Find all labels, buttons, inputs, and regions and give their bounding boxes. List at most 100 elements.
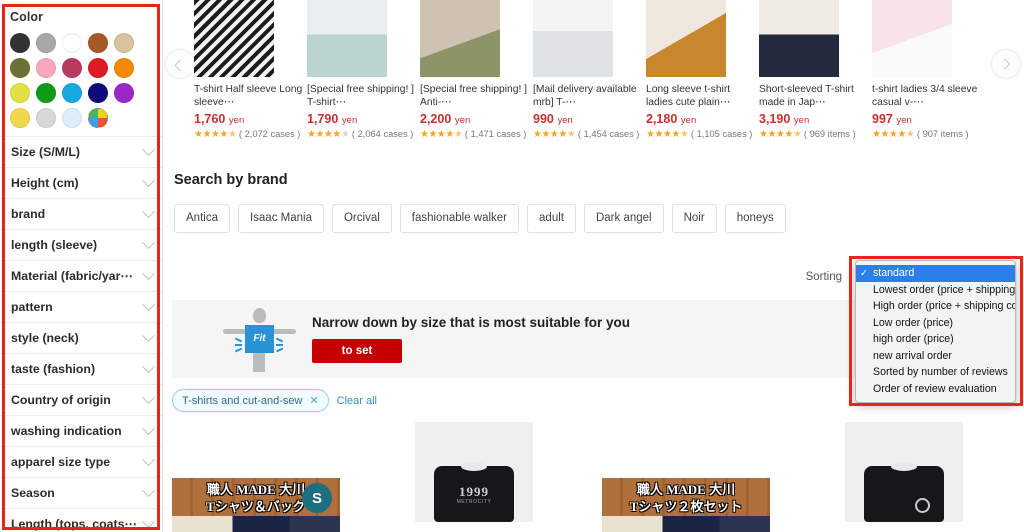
color-swatch-khaki[interactable] xyxy=(10,58,30,78)
color-swatch-red[interactable] xyxy=(88,58,108,78)
sorting-dropdown[interactable]: ✓standard✓Lowest order (price + shipping… xyxy=(849,256,1023,406)
page-root: Color Size (S/M/L) Height (cm) brand length… xyxy=(0,0,1024,532)
fit-set-button[interactable]: to set xyxy=(312,339,402,363)
tee-sublogo-text: METROCITY xyxy=(456,499,492,505)
brand-chip[interactable]: fashionable walker xyxy=(399,204,520,233)
sort-option-item[interactable]: ✓new arrival order xyxy=(856,348,1015,365)
chevron-left-icon xyxy=(174,59,186,72)
sort-option-item[interactable]: ✓High order (price + shipping cost) xyxy=(856,298,1015,315)
fit-banner-body: Narrow down by size that is most suitabl… xyxy=(312,315,630,363)
facet-row[interactable]: brand xyxy=(0,199,162,230)
product-thumbnail xyxy=(646,0,726,77)
active-filter-tag[interactable]: T-shirts and cut-and-sew ✕ xyxy=(172,389,329,412)
sort-option-item[interactable]: ✓Low order (price) xyxy=(856,315,1015,332)
chevron-right-icon xyxy=(998,58,1011,70)
product-title: [Special free shipping! ] T-shirt⋯ xyxy=(307,84,415,108)
facet-row[interactable]: apparel size type xyxy=(0,447,162,478)
facet-row[interactable]: Length (tops, coats⋯ xyxy=(0,509,162,532)
carousel-product-card[interactable]: T-shirt Half sleeve Long sleeve⋯ 1,760 ye… xyxy=(194,0,305,141)
product-image: 職人 MADE 大川 Tシャツ＆バッグ S xyxy=(172,478,347,532)
facet-row[interactable]: Height (cm) xyxy=(0,168,162,199)
check-icon: ✓ xyxy=(860,267,868,279)
color-swatch-orange[interactable] xyxy=(114,58,134,78)
brand-chip-list: Antica Isaac Mania Orcival fashionable walk… xyxy=(174,204,1024,233)
color-swatch-rose[interactable] xyxy=(62,58,82,78)
carousel-product-card[interactable]: [Special free shipping! ] Anti-⋯ 2,200 ye… xyxy=(420,0,531,141)
facet-row[interactable]: Material (fabric/yar⋯ xyxy=(0,261,162,292)
facet-label: brand xyxy=(11,207,46,221)
sort-option-item[interactable]: ✓Sorted by number of reviews xyxy=(856,364,1015,381)
facet-label: Length (tops, coats⋯ xyxy=(11,517,137,531)
sort-option-item[interactable]: ✓ standard xyxy=(856,265,1015,282)
color-swatch-white[interactable] xyxy=(62,33,82,53)
brand-chip[interactable]: Noir xyxy=(671,204,717,233)
sort-option-item[interactable]: ✓Lowest order (price + shipping) xyxy=(856,282,1015,299)
sort-option-label: Lowest order (price + shipping) xyxy=(873,283,1016,296)
facet-row[interactable]: taste (fashion) xyxy=(0,354,162,385)
brand-chip[interactable]: Orcival xyxy=(331,204,392,233)
product-result-card[interactable]: 職人 MADE 大川 Tシャツ２枚セット xyxy=(602,422,777,532)
clear-all-link[interactable]: Clear all xyxy=(337,395,377,407)
review-count: ( 2,064 cases ) xyxy=(349,129,414,139)
carousel-product-card[interactable]: Short-sleeved T-shirt made in Jap⋯ 3,190 … xyxy=(759,0,870,141)
close-icon[interactable]: ✕ xyxy=(309,394,318,407)
check-icon: ✓ xyxy=(860,383,873,394)
chevron-down-icon xyxy=(142,514,155,528)
product-thumbnail xyxy=(420,0,500,77)
brand-chip[interactable]: Isaac Mania xyxy=(237,204,324,233)
carousel-product-card[interactable]: [Mail delivery available mrb] T-⋯ 990 yen… xyxy=(533,0,644,141)
product-banner-text: 職人 MADE 大川 Tシャツ２枚セット xyxy=(629,482,743,514)
brand-chip[interactable]: Antica xyxy=(174,204,230,233)
facet-label: washing indication xyxy=(11,424,122,438)
color-swatch-black[interactable] xyxy=(10,33,30,53)
sort-option-item[interactable]: ✓Order of review evaluation xyxy=(856,381,1015,398)
brand-chip[interactable]: Dark angel xyxy=(583,204,664,233)
color-swatch-silver[interactable] xyxy=(36,108,56,128)
facet-row[interactable]: length (sleeve) xyxy=(0,230,162,261)
facet-label: Season xyxy=(11,486,55,500)
carousel-next-button[interactable] xyxy=(992,50,1020,78)
recommended-products-carousel: T-shirt Half sleeve Long sleeve⋯ 1,760 ye… xyxy=(164,0,1024,160)
facet-row[interactable]: Season xyxy=(0,478,162,509)
facet-row[interactable]: pattern xyxy=(0,292,162,323)
color-swatch-brown[interactable] xyxy=(88,33,108,53)
carousel-product-card[interactable]: Long sleeve t-shirt ladies cute plain⋯ 2,… xyxy=(646,0,757,141)
color-swatch-light-blue[interactable] xyxy=(62,83,82,103)
sort-option-label: high order (price) xyxy=(873,333,954,346)
color-swatch-gold[interactable] xyxy=(10,108,30,128)
facet-row[interactable]: Size (S/M/L) xyxy=(0,137,162,168)
color-swatch-purple[interactable] xyxy=(114,83,134,103)
color-swatch-beige[interactable] xyxy=(114,33,134,53)
chevron-down-icon xyxy=(142,390,155,404)
color-swatch-pale-blue[interactable] xyxy=(62,108,82,128)
product-result-card[interactable]: 職人 MADE 大川 Tシャツ＆バッグ S xyxy=(172,422,347,532)
carousel-prev-button[interactable] xyxy=(166,50,194,78)
check-icon: ✓ xyxy=(860,350,873,361)
sort-option-label: Sorted by number of reviews xyxy=(873,366,1008,379)
brand-chip[interactable]: adult xyxy=(527,204,576,233)
sort-option-item[interactable]: ✓high order (price) xyxy=(856,331,1015,348)
color-filter-block: Color xyxy=(0,0,162,136)
color-swatch-multicolor[interactable] xyxy=(88,108,108,128)
facet-label: Country of origin xyxy=(11,393,111,407)
product-result-card[interactable] xyxy=(817,422,992,532)
carousel-product-card[interactable]: [Special free shipping! ] T-shirt⋯ 1,790 … xyxy=(307,0,418,141)
facet-row[interactable]: style (neck) xyxy=(0,323,162,354)
review-count: ( 969 items ) xyxy=(801,129,856,139)
brand-chip[interactable]: honeys xyxy=(724,204,786,233)
color-swatch-navy[interactable] xyxy=(88,83,108,103)
sort-option-label: Low order (price) xyxy=(873,316,954,329)
facet-row[interactable]: Country of origin xyxy=(0,385,162,416)
product-rating: ★★★★★ ( 969 items ) xyxy=(759,128,870,141)
color-swatch-yellow-green[interactable] xyxy=(10,83,30,103)
color-swatch-pink[interactable] xyxy=(36,58,56,78)
facet-row[interactable]: washing indication xyxy=(0,416,162,447)
chevron-down-icon xyxy=(142,142,155,156)
chevron-down-icon xyxy=(142,483,155,497)
product-result-card[interactable]: 1999 METROCITY xyxy=(387,422,562,532)
color-swatch-green[interactable] xyxy=(36,83,56,103)
facet-label: style (neck) xyxy=(11,331,79,345)
product-thumbnail xyxy=(872,0,952,77)
color-swatch-gray[interactable] xyxy=(36,33,56,53)
carousel-product-card[interactable]: t-shirt ladies 3/4 sleeve casual v-⋯ 997 … xyxy=(872,0,983,141)
